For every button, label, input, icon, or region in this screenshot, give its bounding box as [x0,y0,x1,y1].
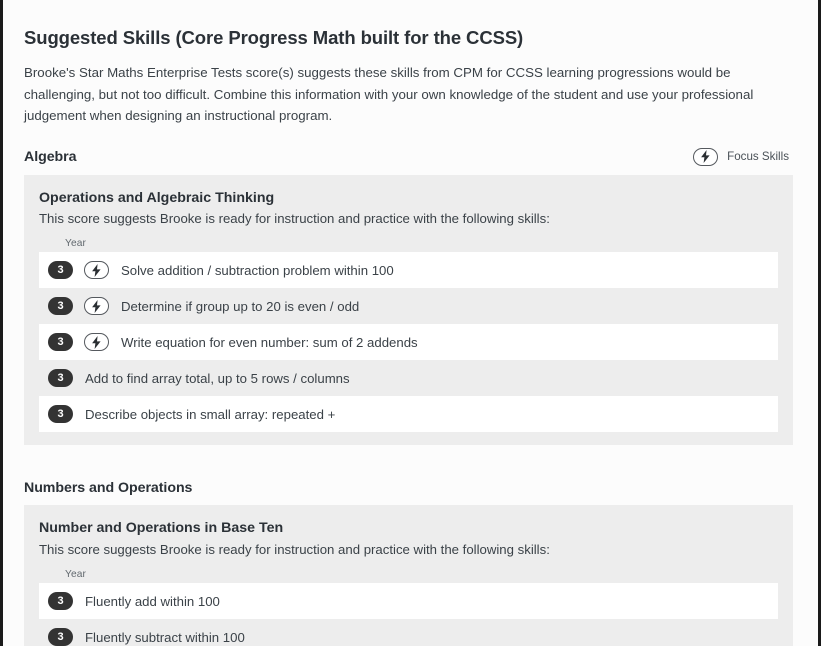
skill-card-title: Operations and Algebraic Thinking [39,189,275,206]
year-badge: 3 [48,628,73,646]
focus-skills-legend: Focus Skills [693,147,789,166]
domain-title: Algebra [24,148,77,165]
skill-card-subtitle: This score suggests Brooke is ready for … [39,210,550,226]
domain-title: Numbers and Operations [24,480,193,497]
skill-label: Fluently add within 100 [85,593,220,609]
year-badge: 3 [48,261,73,280]
focus-skills-legend-label: Focus Skills [727,150,789,164]
year-badge: 3 [48,405,73,424]
skill-row[interactable]: 3 Write equation for even number: sum of… [39,324,778,361]
domains-container: Algebra Focus Skills Operations and Algeb… [24,147,793,646]
skill-row[interactable]: 3 Solve addition / subtraction problem w… [39,252,778,289]
domain-header-numbers-and-operations: Numbers and Operations [24,480,793,496]
year-badge: 3 [48,592,73,610]
skill-label: Describe objects in small array: repeate… [85,406,336,422]
lightning-bolt-icon [693,147,719,166]
page-title: Suggested Skills (Core Progress Math bui… [24,27,524,48]
column-header-year: Year [65,238,86,250]
lightning-bolt-icon [84,261,109,280]
year-badge: 3 [48,297,73,316]
year-badge: 3 [48,333,73,352]
report-page: Suggested Skills (Core Progress Math bui… [0,0,821,646]
skill-label: Fluently subtract within 100 [85,629,245,645]
skill-label: Determine if group up to 20 is even / od… [121,298,360,314]
intro-paragraph: Brooke's Star Maths Enterprise Tests sco… [24,65,754,124]
skill-label: Add to find array total, up to 5 rows / … [85,370,350,386]
column-header-year: Year [65,569,86,580]
skill-row[interactable]: 3 Determine if group up to 20 is even / … [39,288,778,325]
skills-table: Year 3 Fluently add within 100 3 Fluently su… [39,569,778,646]
skills-table: Year 3 Solve addition / subtraction probl… [39,238,778,433]
skill-row[interactable]: 3 Add to find array total, up to 5 rows /… [39,360,778,397]
skill-label: Write equation for even number: sum of 2… [121,334,418,350]
lightning-bolt-icon [84,333,109,352]
skill-label: Solve addition / subtraction problem wit… [121,262,394,278]
domain-header-algebra: Algebra Focus Skills [24,147,793,166]
skill-card-title: Number and Operations in Base Ten [39,520,284,537]
year-badge: 3 [48,369,73,388]
skill-card-subtitle: This score suggests Brooke is ready for … [39,541,550,557]
skill-row[interactable]: 3 Fluently add within 100 [39,583,778,619]
skill-card: Number and Operations in Base Ten This sc… [24,505,793,646]
skill-row[interactable]: 3 Fluently subtract within 100 [39,619,778,646]
lightning-bolt-icon [84,297,109,316]
skill-row[interactable]: 3 Describe objects in small array: repeat… [39,396,778,433]
skill-card: Operations and Algebraic Thinking This sc… [24,174,793,446]
